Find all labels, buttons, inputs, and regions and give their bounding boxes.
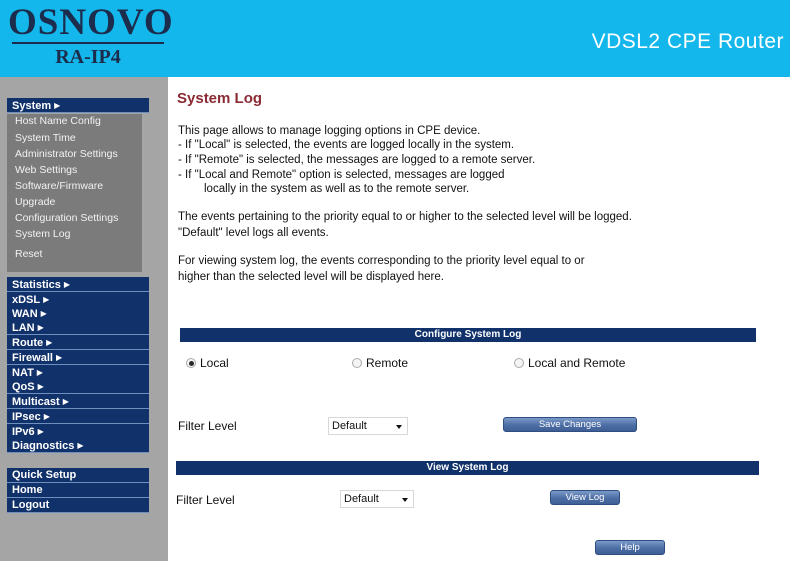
- page-title: System Log: [177, 90, 263, 107]
- nav-ipsec-label: IPsec: [12, 411, 41, 423]
- arrow-right-icon: ▶: [37, 382, 44, 391]
- arrow-right-icon: ▶: [37, 427, 44, 436]
- nav-logout-label: Logout: [12, 499, 50, 511]
- description-line: "Default" level logs all events.: [178, 227, 329, 239]
- nav-qos[interactable]: QoS ▶: [7, 379, 149, 394]
- nav-firewall-label: Firewall: [12, 352, 53, 364]
- view-filter-level-label: Filter Level: [176, 493, 235, 507]
- configure-filter-level-value: Default: [332, 420, 367, 432]
- nav-diagnostics-label: Diagnostics: [12, 440, 75, 452]
- main-content: System Log This page allows to manage lo…: [168, 77, 790, 561]
- nav-statistics-label: Statistics: [12, 279, 61, 291]
- configure-filter-level-select[interactable]: Default: [328, 417, 408, 435]
- submenu-upgrade[interactable]: Upgrade: [15, 196, 55, 209]
- nav-route[interactable]: Route ▶: [7, 335, 149, 350]
- save-changes-button[interactable]: Save Changes: [503, 417, 637, 432]
- radio-remote-label: Remote: [366, 356, 409, 370]
- submenu-web-settings[interactable]: Web Settings: [15, 164, 77, 177]
- submenu-system-time[interactable]: System Time: [15, 132, 76, 145]
- nav-wan-label: WAN: [12, 308, 38, 320]
- nav-wan[interactable]: WAN ▶: [7, 306, 149, 321]
- nav-ipv6-label: IPv6: [12, 426, 35, 438]
- radio-unchecked-icon: [514, 358, 524, 368]
- nav-multicast-label: Multicast: [12, 396, 60, 408]
- nav-qos-label: QoS: [12, 381, 35, 393]
- nav-xdsl-label: xDSL: [12, 294, 41, 306]
- nav-route-label: Route: [12, 337, 44, 349]
- header-bar: OSNOVO RA-IP4 VDSL2 CPE Router: [0, 0, 790, 77]
- nav-home-label: Home: [12, 484, 43, 496]
- chevron-down-icon: [402, 498, 408, 502]
- submenu-system-log[interactable]: System Log: [15, 228, 70, 241]
- nav-quick-setup[interactable]: Quick Setup: [7, 468, 149, 483]
- nav-system[interactable]: System ▶: [7, 98, 149, 113]
- help-button[interactable]: Help: [595, 540, 665, 555]
- nav-multicast[interactable]: Multicast ▶: [7, 394, 149, 409]
- nav-ipsec[interactable]: IPsec ▶: [7, 409, 149, 424]
- nav-nat[interactable]: NAT ▶: [7, 365, 149, 380]
- submenu-configuration-settings[interactable]: Configuration Settings: [15, 212, 118, 225]
- submenu-administrator-settings[interactable]: Administrator Settings: [15, 148, 118, 161]
- submenu-host-name-config[interactable]: Host Name Config: [15, 115, 101, 128]
- nav-quick-setup-label: Quick Setup: [12, 469, 77, 481]
- radio-local-and-remote[interactable]: Local and Remote: [514, 356, 625, 370]
- view-log-button[interactable]: View Log: [550, 490, 620, 505]
- submenu-reset[interactable]: Reset: [15, 248, 42, 261]
- arrow-right-icon: ▶: [43, 295, 50, 304]
- brand-logo: OSNOVO RA-IP4: [8, 2, 174, 72]
- description-line: locally in the system as well as to the …: [204, 183, 470, 195]
- nav-firewall[interactable]: Firewall ▶: [7, 350, 149, 365]
- configure-filter-level-label: Filter Level: [178, 419, 237, 433]
- radio-remote[interactable]: Remote: [352, 356, 408, 370]
- logo-main-text: OSNOVO: [8, 2, 174, 43]
- logo-model-text: RA-IP4: [55, 46, 121, 68]
- view-filter-level-select[interactable]: Default: [340, 490, 414, 508]
- view-system-log-heading: View System Log: [176, 461, 759, 475]
- arrow-right-icon: ▶: [43, 412, 50, 421]
- nav-nat-label: NAT: [12, 367, 34, 379]
- arrow-right-icon: ▶: [40, 309, 47, 318]
- radio-local[interactable]: Local: [186, 356, 229, 370]
- description-line: - If "Local" is selected, the events are…: [178, 139, 515, 151]
- description-line: higher than the selected level will be d…: [178, 271, 444, 283]
- nav-lan[interactable]: LAN ▶: [7, 320, 149, 335]
- configure-system-log-heading: Configure System Log: [180, 328, 756, 342]
- radio-local-and-remote-label: Local and Remote: [528, 356, 626, 370]
- radio-checked-icon: [186, 358, 196, 368]
- radio-unchecked-icon: [352, 358, 362, 368]
- sidebar: System ▶ Host Name Config System Time Adm…: [0, 77, 168, 561]
- nav-lan-label: LAN: [12, 322, 35, 334]
- system-submenu: Host Name Config System Time Administrat…: [7, 114, 142, 272]
- arrow-right-icon: ▶: [63, 280, 71, 289]
- arrow-right-icon: ▶: [77, 441, 84, 450]
- product-title: VDSL2 CPE Router: [591, 30, 784, 53]
- arrow-right-icon: ▶: [62, 397, 69, 406]
- submenu-software-firmware[interactable]: Software/Firmware: [15, 180, 103, 193]
- arrow-right-icon: ▶: [36, 368, 43, 377]
- nav-statistics[interactable]: Statistics ▶: [7, 277, 149, 292]
- nav-logout[interactable]: Logout: [7, 498, 149, 513]
- nav-diagnostics[interactable]: Diagnostics ▶: [7, 438, 149, 453]
- arrow-right-icon: ▶: [54, 101, 61, 110]
- arrow-right-icon: ▶: [46, 338, 53, 347]
- nav-home[interactable]: Home: [7, 483, 149, 498]
- arrow-right-icon: ▶: [55, 353, 63, 362]
- nav-xdsl[interactable]: xDSL ▶: [7, 292, 149, 307]
- description-line: - If "Remote" is selected, the messages …: [178, 154, 536, 166]
- description-line: The events pertaining to the priority eq…: [178, 211, 632, 223]
- description-line: For viewing system log, the events corre…: [178, 255, 585, 267]
- arrow-right-icon: ▶: [37, 323, 44, 332]
- view-filter-level-value: Default: [344, 493, 379, 505]
- chevron-down-icon: [396, 425, 402, 429]
- nav-system-label: System: [12, 100, 52, 112]
- radio-local-label: Local: [200, 356, 229, 370]
- nav-ipv6[interactable]: IPv6 ▶: [7, 424, 149, 439]
